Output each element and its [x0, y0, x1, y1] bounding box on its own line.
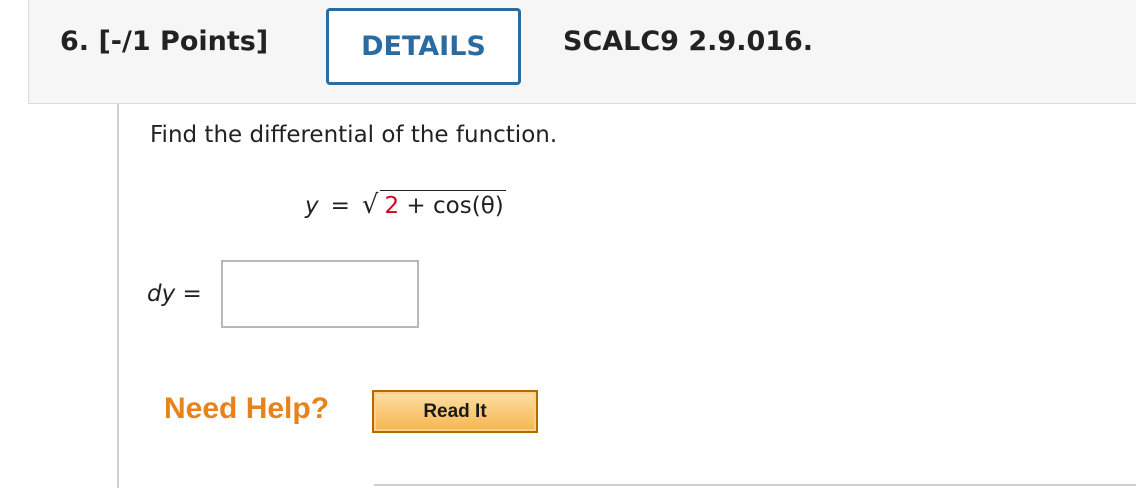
equation-lhs: y	[305, 193, 319, 219]
radicand: 2 + cos(θ)	[380, 190, 506, 219]
radicand-number: 2	[384, 193, 400, 219]
details-button[interactable]: DETAILS	[326, 8, 521, 85]
answer-label: dy =	[147, 281, 202, 307]
problem-reference: SCALC9 2.9.016.	[563, 26, 814, 57]
equation-equals: =	[330, 193, 350, 219]
bottom-divider	[374, 484, 1136, 486]
need-help-label: Need Help?	[164, 392, 330, 425]
sqrt-symbol: √	[361, 190, 379, 220]
points-label: [-/1 Points]	[98, 26, 269, 57]
read-it-button[interactable]: Read It	[372, 390, 538, 433]
function-equation: y = √ 2 + cos(θ)	[305, 190, 506, 220]
content-divider	[117, 104, 119, 488]
question-number-points: 6. [-/1 Points]	[60, 26, 268, 57]
answer-label-equals: =	[182, 281, 202, 307]
radicand-rest: + cos(θ)	[399, 193, 504, 219]
question-number: 6.	[60, 26, 90, 57]
answer-input[interactable]	[221, 260, 419, 328]
answer-label-var: dy	[147, 281, 176, 307]
question-prompt: Find the differential of the function.	[150, 122, 558, 148]
